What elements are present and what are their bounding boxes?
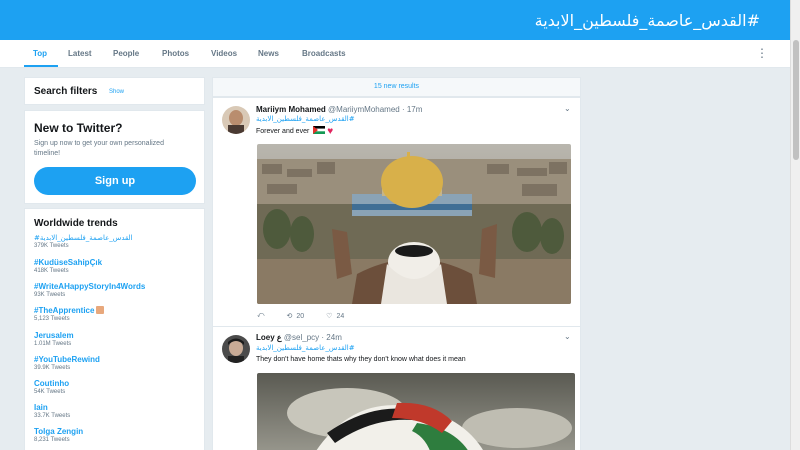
palestine-flag-icon	[313, 126, 326, 134]
active-tab-indicator	[24, 65, 58, 67]
worldwide-trends-card: Worldwide trends #القدس_عاصمة_فلسطين_الا…	[24, 208, 205, 450]
search-header-bar: #القدس_عاصمة_فلسطين_الابدية	[0, 0, 790, 40]
tweet-text: Forever and ever ♥	[256, 126, 333, 137]
tweet-hashtag[interactable]: #القدس_عاصمة_فلسطين_الابدية	[256, 115, 355, 123]
trend-name[interactable]: Jerusalem	[34, 331, 74, 340]
trend-item[interactable]: Iain 33.7K Tweets	[34, 403, 70, 419]
avatar[interactable]	[222, 335, 250, 363]
trend-item[interactable]: Coutinho 54K Tweets	[34, 379, 69, 395]
tweet[interactable]: Mariiym Mohamed @MariiymMohamed · 17m ⌄ …	[212, 97, 581, 328]
like-count: 24	[336, 312, 345, 320]
trend-count: 5,123 Tweets	[34, 316, 70, 322]
trend-item[interactable]: #YouTubeRewind 39.9K Tweets	[34, 355, 100, 371]
trend-name[interactable]: #YouTubeRewind	[34, 355, 100, 364]
reply-icon[interactable]: ⤺	[257, 312, 264, 320]
tweet-media-image[interactable]	[257, 373, 575, 450]
search-filters-show-link[interactable]: Show	[109, 89, 124, 95]
tab-people[interactable]: People	[113, 49, 139, 58]
trend-count: 379K Tweets	[34, 243, 69, 249]
tab-photos[interactable]: Photos	[162, 49, 189, 58]
chevron-down-icon[interactable]: ⌄	[564, 332, 571, 341]
trend-name[interactable]: Iain	[34, 403, 70, 412]
retweet-action[interactable]: ⟲ 20	[286, 312, 305, 321]
like-icon[interactable]: ♡	[326, 312, 332, 320]
tweet-author-name-suffix: ع	[276, 333, 282, 342]
clipboard-emoji-icon	[96, 306, 105, 314]
trend-item[interactable]: #KudüseSahipÇık 418K Tweets	[34, 258, 102, 274]
search-nav-bar: Top Latest People Photos Videos News Bro…	[0, 40, 790, 68]
reply-action[interactable]: ⤺	[257, 312, 264, 320]
tweet-author-handle[interactable]: @MariiymMohamed	[328, 105, 400, 114]
sign-up-button[interactable]: Sign up	[34, 167, 196, 195]
tweet-author-name[interactable]: Mariiym Mohamed	[256, 105, 326, 114]
trend-name[interactable]: #TheApprentice	[34, 306, 105, 315]
new-to-twitter-card: New to Twitter? Sign up now to get your …	[24, 110, 205, 204]
trend-count: 93K Tweets	[34, 292, 66, 298]
tab-top[interactable]: Top	[33, 49, 47, 58]
more-options-icon[interactable]: ⋮	[756, 46, 768, 60]
trend-name-text[interactable]: #TheApprentice	[34, 306, 94, 315]
tweet-author-name[interactable]: Loey	[256, 333, 275, 342]
trend-count: 1.01M Tweets	[34, 341, 72, 347]
like-action[interactable]: ♡ 24	[326, 312, 345, 321]
trend-item[interactable]: #WriteAHappyStoryIn4Words 93K Tweets	[34, 282, 145, 298]
tweet[interactable]: Loey ع @sel_pcy · 24m ⌄ #القدس_عاصمة_فلس…	[212, 326, 581, 450]
trend-item[interactable]: Jerusalem 1.01M Tweets	[34, 331, 74, 347]
tweet-text-content: Forever and ever	[256, 128, 310, 135]
retweet-icon[interactable]: ⟲	[286, 312, 292, 320]
trend-item[interactable]: #TheApprentice 5,123 Tweets	[34, 306, 105, 322]
chevron-down-icon[interactable]: ⌄	[564, 104, 571, 113]
trend-name[interactable]: #القدس_عاصمة_فلسطين_الابدية	[34, 234, 133, 242]
tweet-timestamp[interactable]: · 24m	[321, 333, 341, 342]
heart-icon: ♥	[327, 126, 334, 137]
new-to-twitter-body: Sign up now to get your own personalized…	[34, 140, 164, 157]
tab-latest[interactable]: Latest	[68, 49, 92, 58]
tweet-header: Mariiym Mohamed @MariiymMohamed · 17m	[256, 105, 422, 114]
trend-name[interactable]: Coutinho	[34, 379, 69, 388]
tweet-timestamp[interactable]: · 17m	[402, 105, 422, 114]
tab-news[interactable]: News	[258, 49, 279, 58]
tweet-text: They don't have home thats why they don'…	[256, 356, 466, 363]
retweet-count: 20	[296, 312, 305, 320]
trend-count: 54K Tweets	[34, 389, 66, 395]
trend-item[interactable]: Tolga Zengin 8,231 Tweets	[34, 427, 83, 443]
search-filters-title: Search filters	[34, 86, 98, 97]
tweet-media-image[interactable]	[257, 144, 571, 304]
trend-count: 8,231 Tweets	[34, 437, 70, 443]
avatar[interactable]	[222, 106, 250, 134]
tweet-actions: ⤺ ⟲ 20 ♡ 24	[257, 312, 366, 320]
tab-broadcasts[interactable]: Broadcasts	[302, 49, 346, 58]
trend-count: 418K Tweets	[34, 268, 69, 274]
trend-name[interactable]: Tolga Zengin	[34, 427, 83, 436]
tweet-hashtag[interactable]: #القدس_عاصمة_فلسطين_الابدية	[256, 344, 355, 352]
trend-item[interactable]: #القدس_عاصمة_فلسطين_الابدية 379K Tweets	[34, 234, 133, 249]
trend-count: 33.7K Tweets	[34, 413, 71, 419]
tweet-header: Loey ع @sel_pcy · 24m	[256, 333, 342, 342]
new-to-twitter-title: New to Twitter?	[34, 121, 123, 135]
tweet-author-handle[interactable]: @sel_pcy	[284, 333, 319, 342]
scrollbar-thumb[interactable]	[793, 40, 799, 160]
trend-count: 39.9K Tweets	[34, 365, 71, 371]
search-filters-card: Search filters Show	[24, 77, 205, 105]
new-results-bar[interactable]: 15 new results	[212, 77, 581, 97]
trends-title: Worldwide trends	[34, 218, 118, 229]
page-scrollbar[interactable]	[790, 0, 800, 450]
search-query-title: #القدس_عاصمة_فلسطين_الابدية	[534, 11, 760, 30]
trend-name[interactable]: #KudüseSahipÇık	[34, 258, 102, 267]
trend-name[interactable]: #WriteAHappyStoryIn4Words	[34, 282, 145, 291]
tab-videos[interactable]: Videos	[211, 49, 237, 58]
